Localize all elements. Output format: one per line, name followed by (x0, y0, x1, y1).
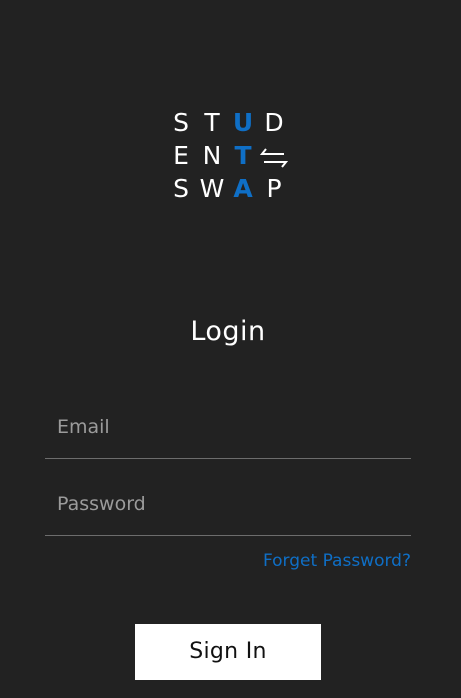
logo-letter-accent: U (232, 108, 254, 137)
email-input[interactable] (57, 410, 397, 444)
sign-in-button[interactable]: Sign In (135, 624, 321, 680)
logo-letter: N (202, 141, 222, 170)
logo-row-1: S T U D (172, 108, 292, 140)
logo-letter: W (199, 174, 225, 203)
logo-letter: T (204, 108, 220, 137)
logo-letter: P (266, 174, 282, 203)
logo-letter-accent: T (234, 141, 252, 170)
logo-letter-accent: A (233, 174, 253, 203)
logo-letter: S (173, 174, 189, 203)
app-logo: S T U D E N T S W A P (172, 108, 292, 204)
logo-row-2: E N T (172, 141, 292, 173)
logo-letter: D (264, 108, 284, 137)
page-title: Login (190, 316, 266, 347)
logo-letter: E (173, 141, 189, 170)
email-field-container (45, 410, 411, 459)
forgot-password-link[interactable]: Forget Password? (263, 550, 411, 572)
password-input[interactable] (57, 487, 397, 521)
logo-letter: S (173, 108, 189, 137)
password-field-container (45, 487, 411, 536)
logo-row-3: S W A P (172, 174, 292, 206)
swap-arrows-icon (260, 148, 288, 168)
